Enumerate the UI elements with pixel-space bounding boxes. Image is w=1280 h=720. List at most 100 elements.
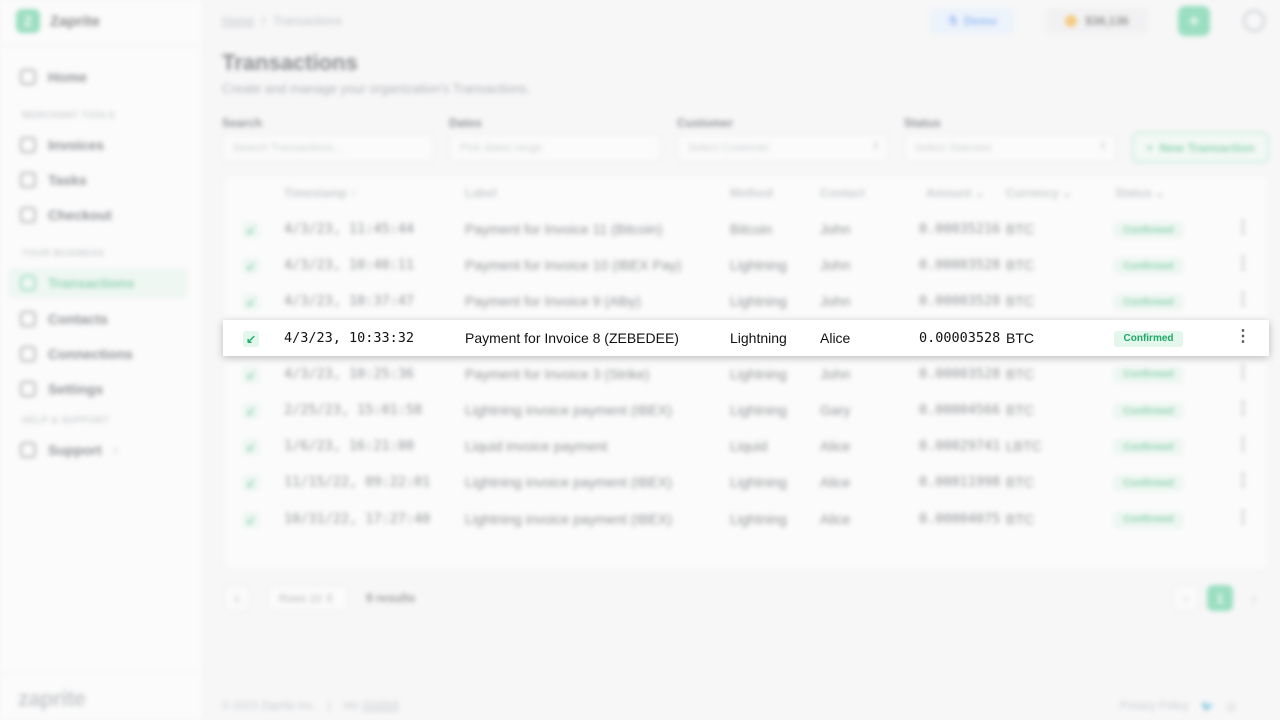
timestamp-cell: 4/3/23, 11:45:44	[284, 221, 415, 237]
demo-badge[interactable]: ⚗ Demo	[930, 8, 1014, 34]
table-row[interactable]: ↙ 1/6/23, 16:21:00 Liquid invoice payment L…	[223, 428, 1269, 464]
amount-cell: 0.00003528	[919, 257, 1001, 274]
privacy-link[interactable]: Privacy Policy	[1120, 700, 1188, 713]
sidebar-item-label: Connections	[48, 346, 133, 362]
brand[interactable]: Z Zaprite	[16, 8, 100, 34]
column-header-currency[interactable]: Currency ⌄	[1006, 186, 1072, 200]
result-count: 9 results	[366, 591, 416, 605]
sidebar-item-contacts[interactable]: Contacts	[8, 304, 188, 334]
coin-icon	[1065, 15, 1078, 27]
status-badge: Confirmed	[1114, 403, 1183, 419]
sidebar-item-checkout[interactable]: Checkout	[8, 200, 188, 230]
new-transaction-button[interactable]: + New Transaction	[1132, 132, 1269, 163]
column-header-amount[interactable]: Amount ⌄	[926, 186, 985, 200]
contact-cell: John	[820, 221, 851, 237]
contact-cell: Alice	[820, 329, 851, 346]
status-badge: Confirmed	[1114, 366, 1183, 383]
table-row[interactable]: ↙ 11/15/22, 09:22:01 Lightning invoice pay…	[223, 464, 1269, 500]
breadcrumb-home[interactable]: Home	[222, 14, 254, 28]
more-options-icon[interactable]: ⋮	[1235, 254, 1251, 274]
avatar[interactable]	[1243, 10, 1265, 32]
more-options-icon[interactable]: ⋮	[1235, 399, 1251, 419]
more-options-icon[interactable]: ⋮	[1235, 327, 1251, 347]
column-header-status[interactable]: Status ⌄	[1115, 186, 1165, 200]
more-options-icon[interactable]: ⋮	[1235, 508, 1251, 528]
twitter-icon[interactable]: 🐦	[1200, 700, 1214, 713]
sidebar-section-label: HELP & SUPPORT	[22, 415, 110, 425]
page-button-current[interactable]: 1	[1207, 585, 1233, 611]
arrow-down-left-icon: ↙	[243, 511, 259, 528]
arrow-down-left-icon: ↙	[243, 294, 259, 311]
arrow-down-left-icon: ↙	[243, 475, 259, 492]
rows-per-page-select[interactable]: Rows 10 ⇕	[268, 585, 348, 611]
customer-select[interactable]: Select Customer ⇕	[677, 134, 889, 162]
contact-cell: John	[820, 293, 851, 310]
previous-page-button[interactable]: ‹	[1173, 585, 1199, 611]
table-row[interactable]: ↙ 4/3/23, 10:25:36 Payment for Invoice 3 (…	[223, 356, 1269, 392]
contact-cell: Gary	[820, 402, 851, 418]
column-header-timestamp[interactable]: Timestamp ↑	[284, 186, 356, 200]
timestamp-cell: 4/3/23, 10:33:32	[284, 329, 415, 346]
more-options-icon[interactable]: ⋮	[1235, 290, 1251, 310]
table-row[interactable]: ↙ 4/3/23, 10:37:47 Payment for Invoice 9 (…	[223, 283, 1269, 319]
zaprite-logo-icon: Z	[16, 9, 40, 33]
download-icon[interactable]: ⤓	[224, 585, 250, 611]
balance-display[interactable]: $38,136	[1046, 8, 1148, 34]
sidebar-item-label: Settings	[48, 381, 104, 397]
contact-cell: Alice	[820, 510, 851, 527]
table-row[interactable]: ↙ 4/3/23, 11:45:44 Payment for Invoice 11 …	[223, 211, 1269, 247]
table-row[interactable]: ↙ 10/31/22, 17:27:40 Lightning invoice pay…	[223, 501, 1269, 537]
timestamp-cell: 1/6/23, 16:21:00	[284, 438, 415, 455]
sidebar-item-tasks[interactable]: Tasks	[8, 165, 188, 195]
amount-cell: 0.00003528	[919, 293, 1001, 310]
arrow-down-left-icon: ↙	[243, 222, 259, 238]
contact-cell: John	[820, 257, 851, 274]
label-cell: Lightning invoice payment (IBEX)	[465, 474, 672, 491]
invoice-icon	[20, 137, 36, 153]
arrow-down-left-icon: ↙	[243, 403, 259, 419]
status-select[interactable]: Select Statuses ⇕	[904, 134, 1116, 162]
sidebar: Z Zaprite Home MERCHANT TOOLS Invoices T…	[0, 0, 204, 720]
sidebar-item-transactions[interactable]: Transactions	[8, 268, 188, 298]
add-button[interactable]: +	[1178, 6, 1210, 36]
status-badge: Confirmed	[1114, 222, 1183, 238]
search-input[interactable]: Search Transactions...	[222, 134, 434, 162]
transactions-icon	[20, 275, 36, 291]
page-title: Transactions	[222, 50, 358, 75]
more-options-icon[interactable]: ⋮	[1235, 471, 1251, 491]
amount-cell: 0.00003528	[919, 365, 1001, 382]
sidebar-item-support[interactable]: Support ›	[8, 435, 188, 465]
next-page-button[interactable]: ›	[1241, 585, 1267, 611]
method-cell: Lightning	[730, 365, 787, 382]
more-options-icon[interactable]: ⋮	[1235, 363, 1251, 383]
label-cell: Lightning invoice payment (IBEX)	[465, 402, 672, 418]
currency-cell: BTC	[1006, 221, 1034, 237]
sidebar-item-home[interactable]: Home	[8, 62, 188, 92]
status-badge: Confirmed	[1114, 475, 1183, 492]
method-cell: Lightning	[730, 474, 787, 491]
timestamp-cell: 4/3/23, 10:37:47	[284, 293, 415, 310]
sidebar-item-connections[interactable]: Connections	[8, 339, 188, 369]
currency-cell: BTC	[1006, 474, 1034, 491]
footer-links: Privacy Policy 🐦 ◎	[1120, 700, 1236, 713]
support-icon	[20, 442, 36, 458]
table-row[interactable]: ↙ 2/25/23, 15:01:58 Lightning invoice paym…	[223, 392, 1269, 428]
sidebar-item-label: Tasks	[48, 172, 87, 188]
github-icon[interactable]: ◎	[1226, 700, 1236, 713]
sidebar-item-settings[interactable]: Settings	[8, 374, 188, 404]
table-row[interactable]: ↙ 4/3/23, 10:40:11 Payment for Invoice 10 …	[223, 247, 1269, 283]
sidebar-item-label: Support	[48, 442, 102, 458]
arrow-down-left-icon: ↙	[243, 258, 259, 275]
column-header-label: Label	[465, 186, 497, 200]
copyright: © 2023 Zaprite Inc.	[222, 700, 316, 712]
dates-picker[interactable]: Pick dates range	[449, 134, 661, 162]
status-badge: Confirmed	[1114, 330, 1183, 347]
column-header-contact: Contact	[820, 186, 865, 200]
more-options-icon[interactable]: ⋮	[1235, 218, 1251, 238]
sidebar-item-invoices[interactable]: Invoices	[8, 130, 188, 160]
table-row-highlighted[interactable]: ↙ 4/3/23, 10:33:32 Payment for Invoice 8 (…	[223, 319, 1269, 356]
method-cell: Lightning	[730, 293, 787, 310]
more-options-icon[interactable]: ⋮	[1235, 435, 1251, 455]
sidebar-item-label: Invoices	[48, 137, 105, 153]
customer-placeholder: Select Customer	[688, 142, 770, 154]
